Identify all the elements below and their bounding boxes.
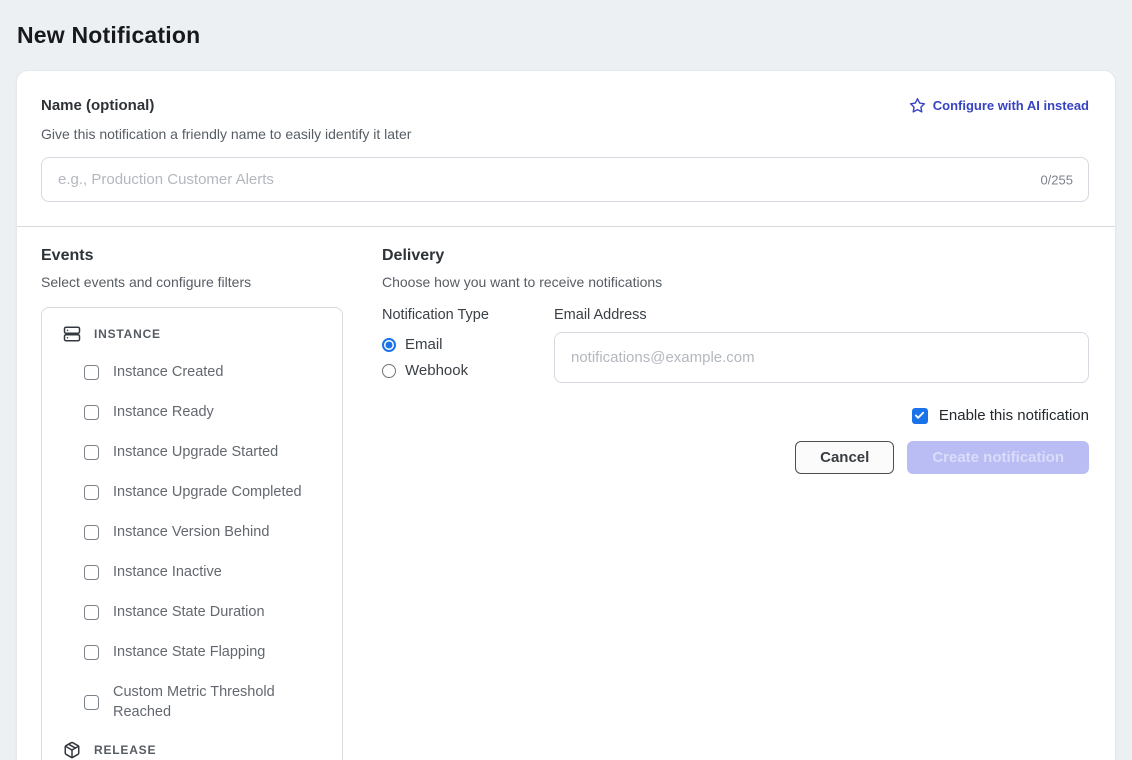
cancel-button[interactable]: Cancel [795, 441, 894, 474]
server-icon [63, 325, 81, 343]
delivery-panel: Delivery Choose how you want to receive … [382, 247, 1089, 760]
notification-type-label: Notification Type [382, 307, 554, 323]
create-notification-button[interactable]: Create notification [907, 441, 1089, 474]
event-item-instance-created[interactable]: Instance Created [42, 352, 342, 392]
event-group-header-release: RELEASE [42, 732, 342, 760]
checkbox-unchecked-icon[interactable] [84, 605, 99, 620]
configure-with-ai-link[interactable]: Configure with AI instead [909, 97, 1089, 114]
event-item-instance-upgrade-started[interactable]: Instance Upgrade Started [42, 432, 342, 472]
configure-with-ai-label: Configure with AI instead [933, 98, 1089, 113]
event-item-instance-ready[interactable]: Instance Ready [42, 392, 342, 432]
checkbox-unchecked-icon[interactable] [84, 485, 99, 500]
email-address-label: Email Address [554, 307, 1089, 323]
event-item-instance-version-behind[interactable]: Instance Version Behind [42, 512, 342, 552]
checkbox-unchecked-icon[interactable] [84, 565, 99, 580]
checkbox-checked-icon[interactable] [912, 408, 928, 424]
checkbox-unchecked-icon[interactable] [84, 405, 99, 420]
checkbox-unchecked-icon[interactable] [84, 695, 99, 710]
email-address-input[interactable] [554, 332, 1089, 383]
event-group-label: INSTANCE [94, 327, 161, 341]
new-notification-card: Name (optional) Configure with AI instea… [16, 70, 1116, 760]
event-item-instance-state-duration[interactable]: Instance State Duration [42, 592, 342, 632]
star-icon [909, 97, 926, 114]
delivery-heading: Delivery [382, 247, 1089, 265]
name-section: Name (optional) Configure with AI instea… [17, 71, 1115, 226]
name-description: Give this notification a friendly name t… [41, 126, 1089, 142]
char-counter: 0/255 [1040, 172, 1073, 187]
checkbox-unchecked-icon[interactable] [84, 365, 99, 380]
events-heading: Events [41, 247, 359, 265]
name-input[interactable] [41, 157, 1089, 202]
enable-notification-toggle[interactable]: Enable this notification [382, 407, 1089, 424]
event-item-custom-metric-threshold[interactable]: Custom Metric Threshold Reached [42, 672, 342, 732]
event-group-label: RELEASE [94, 743, 156, 757]
delivery-description: Choose how you want to receive notificat… [382, 274, 1089, 290]
radio-unselected-icon[interactable] [382, 364, 396, 378]
event-item-instance-upgrade-completed[interactable]: Instance Upgrade Completed [42, 472, 342, 512]
checkbox-unchecked-icon[interactable] [84, 645, 99, 660]
package-icon [63, 741, 81, 759]
radio-selected-icon[interactable] [382, 338, 396, 352]
radio-option-webhook[interactable]: Webhook [382, 362, 554, 379]
name-label: Name (optional) [41, 97, 154, 114]
events-description: Select events and configure filters [41, 274, 359, 290]
radio-option-email[interactable]: Email [382, 336, 554, 353]
event-item-instance-inactive[interactable]: Instance Inactive [42, 552, 342, 592]
event-item-instance-state-flapping[interactable]: Instance State Flapping [42, 632, 342, 672]
page-title: New Notification [17, 22, 1132, 49]
events-panel: Events Select events and configure filte… [41, 247, 359, 760]
checkbox-unchecked-icon[interactable] [84, 525, 99, 540]
checkbox-unchecked-icon[interactable] [84, 445, 99, 460]
event-group-header-instance: INSTANCE [42, 316, 342, 352]
enable-notification-label: Enable this notification [939, 407, 1089, 424]
events-list-box[interactable]: INSTANCE Instance Created Instance Ready… [41, 307, 343, 760]
